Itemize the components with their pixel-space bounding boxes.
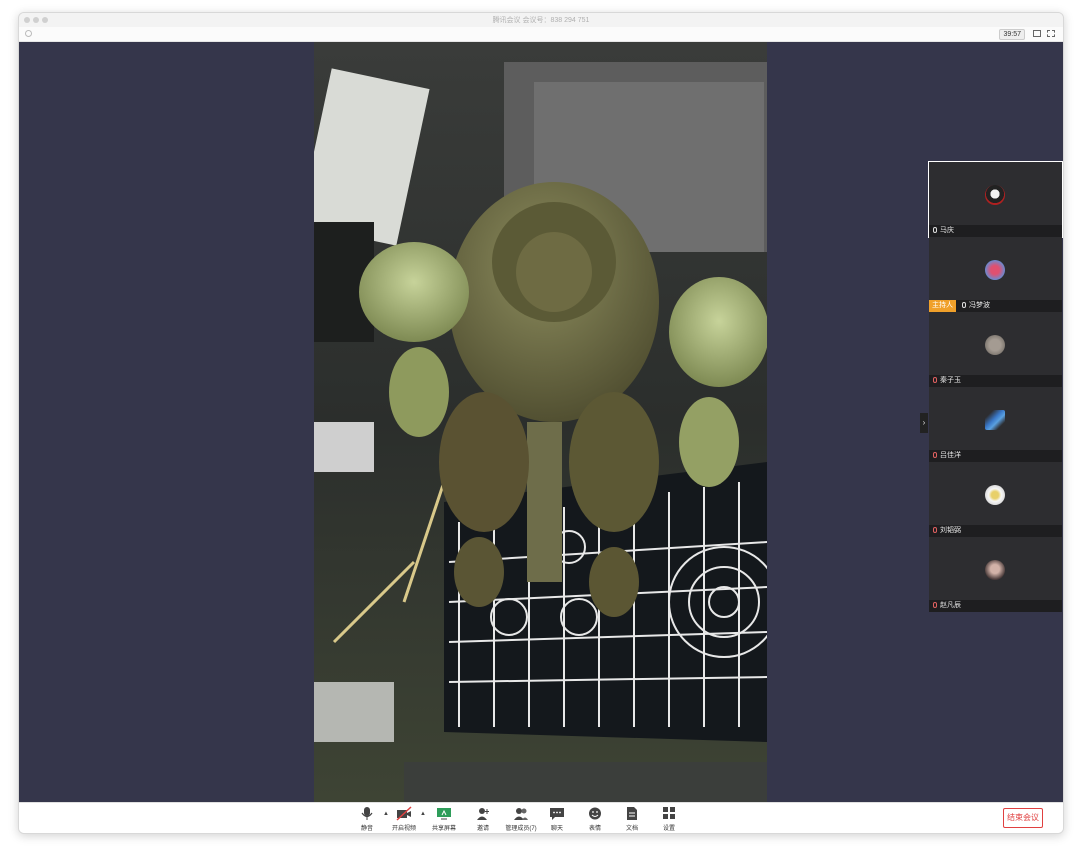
camera-off-icon: [396, 806, 412, 821]
meeting-stage: › 马庆 主持人 冯梦波 秦子玉 吕佳洋 刘韬弼 赵凡辰: [19, 42, 1063, 802]
meeting-window: 腾讯会议 会议号：838 294 751 39:57 › 马庆 主持人 冯梦波 …: [18, 12, 1064, 834]
window-title: 腾讯会议 会议号：838 294 751: [492, 17, 590, 24]
avatar: [985, 185, 1005, 205]
members-icon: [513, 806, 529, 821]
settings-button[interactable]: 设置: [649, 806, 689, 832]
participant-name-bar: 马庆: [929, 225, 1062, 237]
settings-grid-icon: [661, 806, 677, 821]
avatar: [985, 410, 1005, 430]
mute-button[interactable]: 静音: [347, 806, 387, 832]
members-label: 管理成员(7): [505, 826, 537, 832]
avatar: [985, 260, 1005, 280]
end-meeting-button[interactable]: 结束会议: [1003, 808, 1043, 828]
add-user-icon: [475, 806, 491, 821]
participant-name: 马庆: [940, 227, 954, 234]
chat-button[interactable]: 聊天: [537, 806, 577, 832]
fullscreen-icon[interactable]: [1047, 30, 1055, 37]
microphone-icon: [962, 302, 966, 309]
invite-label: 邀请: [476, 826, 489, 832]
meeting-info-icon[interactable]: [25, 30, 32, 37]
participant-name: 刘韬弼: [940, 527, 961, 534]
participant-name-bar: 刘韬弼: [929, 525, 1062, 537]
mute-label: 静音: [360, 826, 373, 832]
share-label: 共享屏幕: [431, 826, 456, 832]
participant-name-bar: 赵凡辰: [929, 600, 1062, 612]
video-label: 开启视频: [391, 826, 416, 832]
reaction-label: 表情: [588, 826, 601, 832]
microphone-icon: [933, 227, 937, 234]
microphone-muted-icon: [933, 602, 937, 609]
shared-video-feed: [314, 42, 767, 802]
participant-strip-toggle[interactable]: ›: [920, 413, 928, 433]
chat-icon: [549, 806, 565, 821]
title-bar: 腾讯会议 会议号：838 294 751: [19, 13, 1063, 27]
share-screen-button[interactable]: 共享屏幕: [424, 806, 464, 832]
reaction-button[interactable]: 表情: [575, 806, 615, 832]
robot-figure-video: [314, 42, 767, 802]
microphone-muted-icon: [933, 527, 937, 534]
participant-tile[interactable]: 吕佳洋: [929, 387, 1062, 462]
meeting-timer: 39:57: [999, 29, 1025, 40]
share-screen-icon: [436, 806, 452, 821]
start-video-button[interactable]: 开启视频: [384, 806, 424, 832]
participant-name: 赵凡辰: [940, 602, 961, 609]
microphone-muted-icon: [933, 377, 937, 384]
participant-name-bar: 主持人 冯梦波: [929, 300, 1062, 312]
host-badge: 主持人: [929, 300, 956, 312]
participant-tile[interactable]: 刘韬弼: [929, 462, 1062, 537]
invite-button[interactable]: 邀请: [463, 806, 503, 832]
avatar: [985, 560, 1005, 580]
avatar: [985, 335, 1005, 355]
microphone-muted-icon: [933, 452, 937, 459]
participant-tile[interactable]: 秦子玉: [929, 312, 1062, 387]
avatar: [985, 485, 1005, 505]
participant-tile[interactable]: 赵凡辰: [929, 537, 1062, 612]
participant-tile[interactable]: 马庆: [928, 161, 1063, 238]
participant-name: 冯梦波: [969, 302, 990, 309]
document-icon: [624, 806, 640, 821]
participant-name-bar: 秦子玉: [929, 375, 1062, 387]
layout-toggle-icon[interactable]: [1033, 30, 1041, 37]
participant-tile[interactable]: 主持人 冯梦波: [929, 237, 1062, 312]
documents-label: 文档: [625, 826, 638, 832]
settings-label: 设置: [662, 826, 675, 832]
smiley-icon: [587, 806, 603, 821]
documents-button[interactable]: 文档: [612, 806, 652, 832]
meeting-toolbar: 静音 ▲ 开启视频 ▲ 共享屏幕 邀请 管理成员(7) 聊天 表情 文档 设置 …: [19, 802, 1063, 833]
chat-label: 聊天: [550, 826, 563, 832]
participant-name: 秦子玉: [940, 377, 961, 384]
participant-name: 吕佳洋: [940, 452, 961, 459]
participant-name-bar: 吕佳洋: [929, 450, 1062, 462]
manage-members-button[interactable]: 管理成员(7): [500, 806, 542, 832]
top-toolbar: 39:57: [19, 27, 1063, 42]
microphone-icon: [359, 806, 375, 821]
